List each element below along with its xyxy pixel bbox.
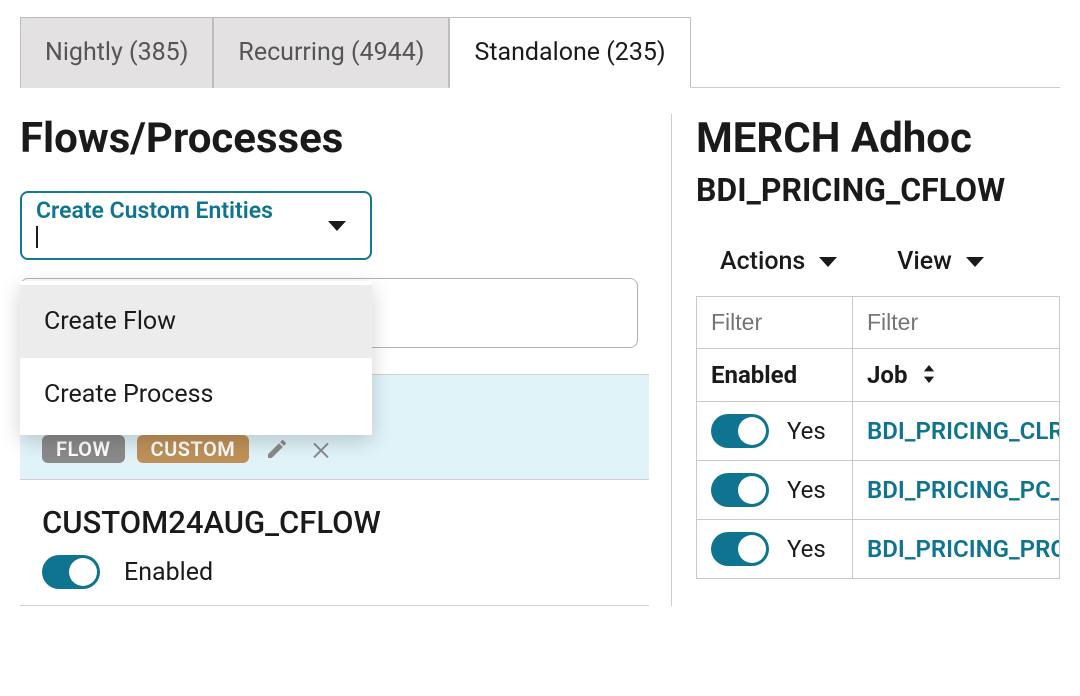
enabled-value: Yes [787,476,826,504]
view-label: View [897,247,951,276]
flow-item[interactable]: CUSTOM24AUG_CFLOW Enabled [20,480,649,606]
left-section-title: Flows/Processes [20,114,649,163]
chevron-down-icon [966,257,984,267]
actions-label: Actions [720,247,805,276]
enabled-toggle[interactable] [711,473,769,507]
flow-name: CUSTOM24AUG_CFLOW [42,504,649,541]
close-icon[interactable] [305,437,337,461]
filter-enabled-input[interactable] [709,303,840,342]
tab-recurring[interactable]: Recurring (4944) [213,17,449,88]
job-link[interactable]: BDI_PRICING_PC_TX_ [867,476,1060,504]
col-header-job-label: Job [867,361,907,389]
dropdown-item-create-process[interactable]: Create Process [20,358,372,431]
table-row: Yes BDI_PRICING_CLR_TX [697,402,1060,461]
actions-menu[interactable]: Actions [720,247,837,276]
col-header-job[interactable]: Job [853,349,1060,402]
right-section-title: MERCH Adhoc [696,114,1060,163]
edit-icon[interactable] [261,437,293,461]
tab-standalone[interactable]: Standalone (235) [449,17,690,88]
sort-icon [921,361,937,389]
create-entities-dropdown: Create Flow Create Process [20,281,372,435]
enabled-label: Enabled [124,558,213,587]
table-row: Yes BDI_PRICING_PC_TX_ [697,461,1060,520]
job-link[interactable]: BDI_PRICING_PROMO [867,535,1060,563]
enabled-value: Yes [787,417,826,445]
tab-nightly[interactable]: Nightly (385) [20,17,213,88]
tabs-bar: Nightly (385) Recurring (4944) Standalon… [20,16,1060,88]
dropdown-item-create-flow[interactable]: Create Flow [20,285,372,358]
col-header-enabled[interactable]: Enabled [697,349,853,402]
create-entities-combo[interactable]: Create Custom Entities [20,191,372,260]
chevron-down-icon [819,257,837,267]
enabled-toggle[interactable] [711,414,769,448]
enabled-value: Yes [787,535,826,563]
enabled-toggle[interactable] [711,532,769,566]
enabled-toggle[interactable] [42,555,100,589]
job-link[interactable]: BDI_PRICING_CLR_TX [867,417,1060,445]
jobs-table: Enabled Job Yes BDI_PRICING_CLR_TX [696,296,1060,579]
create-entities-label: Create Custom Entities [36,197,356,224]
view-menu[interactable]: View [897,247,983,276]
custom-badge: CUSTOM [137,435,250,463]
filter-job-input[interactable] [865,303,1047,342]
table-row: Yes BDI_PRICING_PROMO [697,520,1060,579]
text-cursor [36,226,38,248]
flow-badge: FLOW [42,435,125,463]
chevron-down-icon [328,221,346,231]
right-subtitle: BDI_PRICING_CFLOW [696,171,1060,209]
